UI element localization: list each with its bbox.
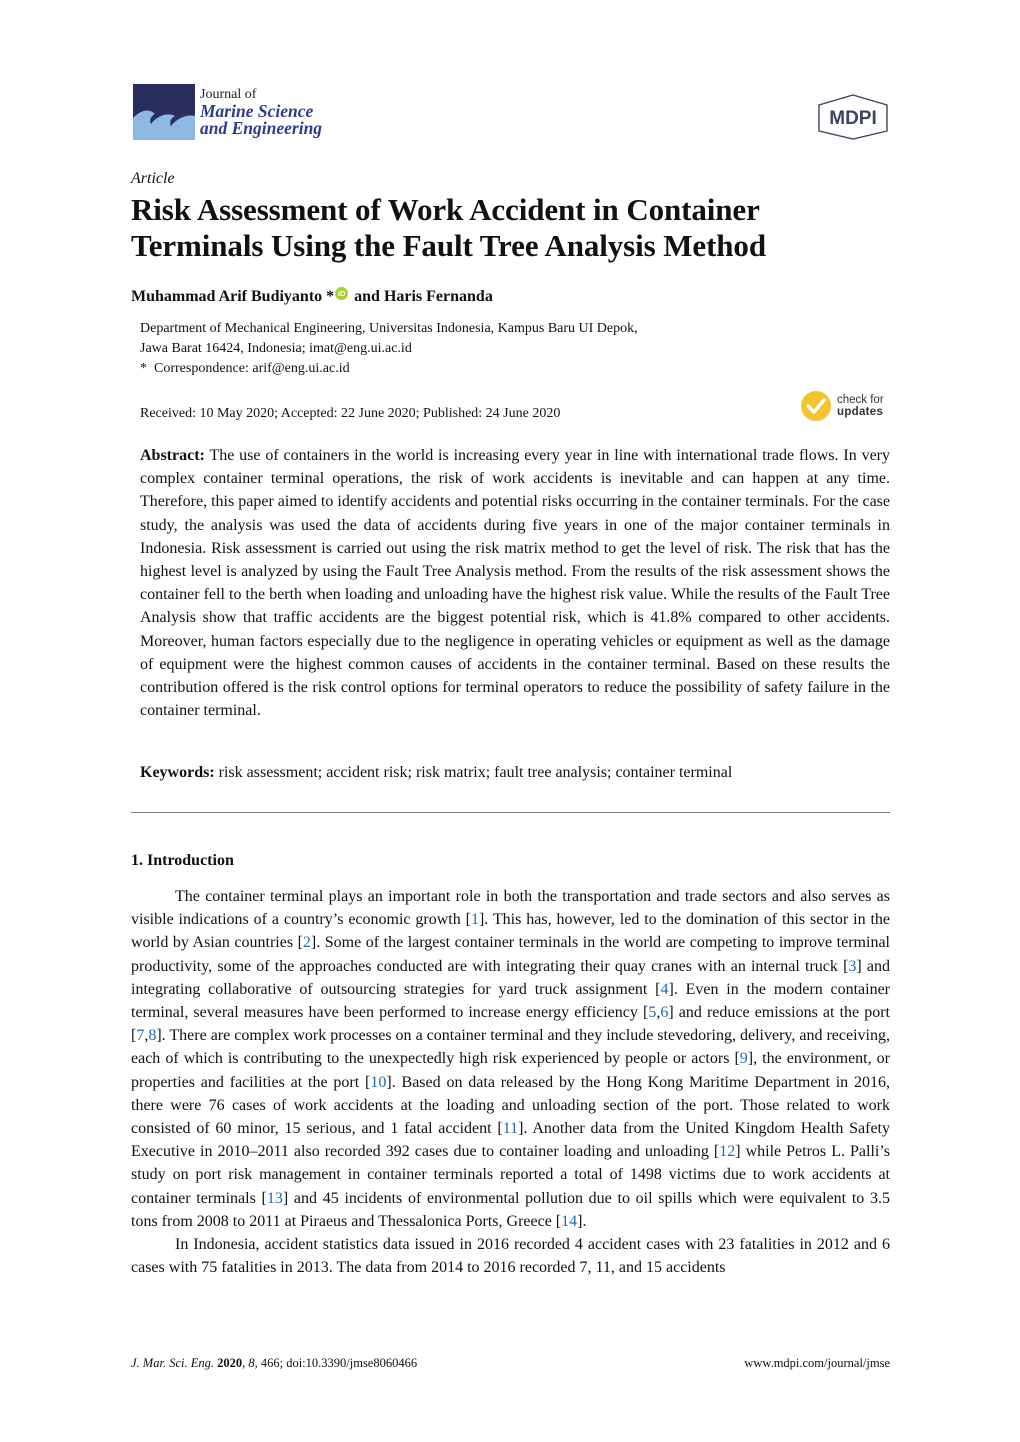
check-updates-line2: updates (837, 406, 884, 418)
journal-logo (133, 84, 195, 140)
citation-link[interactable]: 14 (561, 1213, 577, 1230)
abstract-text: The use of containers in the world is in… (140, 447, 890, 720)
citation-link[interactable]: 11 (503, 1120, 518, 1137)
correspondence-text: Correspondence: arif@eng.ui.ac.id (154, 361, 350, 376)
wave-logo-icon (133, 84, 195, 140)
citation-link[interactable]: 7 (136, 1027, 144, 1044)
author-name[interactable]: Haris Fernanda (384, 288, 493, 306)
journal-abbrev: J. Mar. Sci. Eng. (131, 1356, 214, 1370)
abstract: Abstract: The use of containers in the w… (140, 444, 890, 722)
citation-footer: J. Mar. Sci. Eng. 2020, 8, 466; doi:10.3… (131, 1356, 418, 1370)
journal-name: Journal of Marine Science and Engineerin… (200, 86, 322, 137)
citation-link[interactable]: 2 (303, 934, 311, 951)
author-joiner: and (354, 288, 380, 305)
mdpi-logo: MDPI (816, 93, 890, 141)
section-divider (131, 812, 890, 813)
citation-year: 2020 (217, 1356, 243, 1370)
article-type: Article (131, 170, 175, 187)
paragraph: The container terminal plays an importan… (131, 888, 891, 1230)
affiliation: Department of Mechanical Engineering, Un… (140, 319, 638, 359)
journal-name-line3: and Engineering (200, 118, 323, 138)
introduction-body: The container terminal plays an importan… (131, 885, 890, 1279)
check-updates-line1: check for (837, 394, 884, 406)
affiliation-line: Jawa Barat 16424, Indonesia; imat@eng.ui… (140, 341, 412, 356)
citation-link[interactable]: 6 (660, 1004, 668, 1021)
author-name[interactable]: Muhammad Arif Budiyanto (131, 288, 322, 306)
keywords-label: Keywords: (140, 764, 215, 781)
keywords-text: risk assessment; accident risk; risk mat… (218, 764, 733, 781)
citation-link[interactable]: 9 (740, 1050, 748, 1067)
citation-link[interactable]: 8 (148, 1027, 156, 1044)
author-list: Muhammad Arif Budiyanto * iD and Haris Fer… (131, 286, 493, 306)
citation-link[interactable]: 3 (848, 958, 856, 975)
abstract-label: Abstract: (140, 447, 205, 464)
citation-link[interactable]: 10 (370, 1074, 386, 1091)
citation-doi: , 466; doi:10.3390/jmse8060466 (254, 1356, 418, 1370)
correspondence: * Correspondence: arif@eng.ui.ac.id (140, 361, 350, 377)
citation-link[interactable]: 1 (471, 911, 479, 928)
citation-link[interactable]: 12 (719, 1143, 735, 1160)
citation-link[interactable]: 5 (648, 1004, 656, 1021)
checkmark-icon (801, 391, 831, 421)
mdpi-logo-text: MDPI (829, 108, 877, 129)
orcid-icon[interactable]: iD (335, 286, 349, 300)
publication-dates: Received: 10 May 2020; Accepted: 22 June… (140, 406, 561, 421)
check-for-updates-button[interactable]: check for updates (801, 391, 884, 421)
citation-link[interactable]: 4 (660, 981, 668, 998)
article-title: Risk Assessment of Work Accident in Cont… (131, 192, 766, 263)
mdpi-hexagon-icon: MDPI (818, 94, 888, 140)
affiliation-line: Department of Mechanical Engineering, Un… (140, 321, 638, 336)
paragraph: In Indonesia, accident statistics data i… (131, 1236, 890, 1277)
corresponding-author-mark: * (326, 288, 335, 305)
correspondence-mark: * (140, 361, 147, 376)
journal-url-link[interactable]: www.mdpi.com/journal/jmse (744, 1356, 890, 1371)
section-heading: 1. Introduction (131, 852, 234, 869)
keywords: Keywords: risk assessment; accident risk… (140, 764, 890, 782)
citation-link[interactable]: 13 (267, 1190, 283, 1207)
